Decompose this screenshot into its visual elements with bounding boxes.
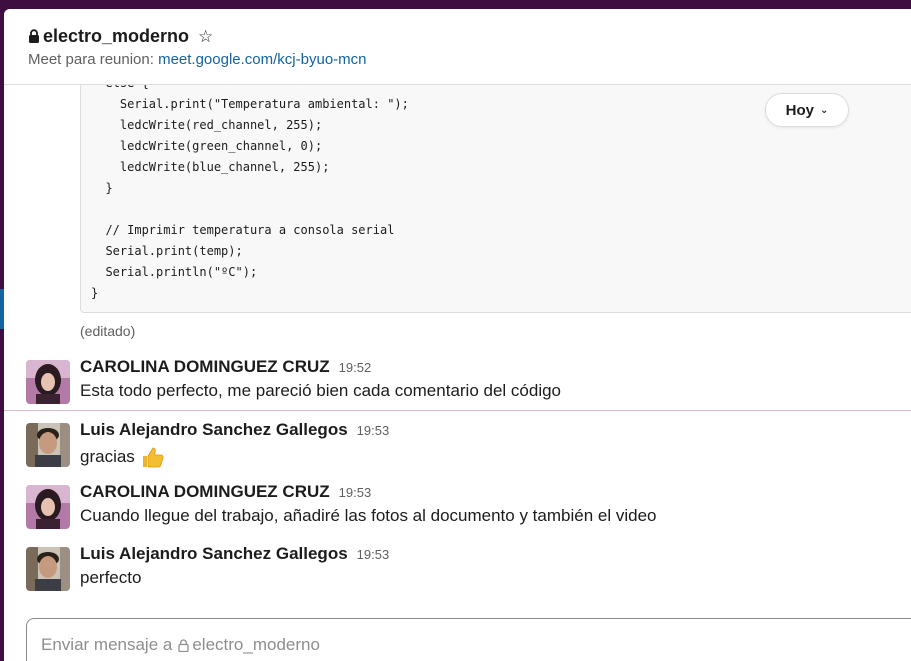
message-text: Esta todo perfecto, me pareció bien cada… (80, 381, 561, 401)
chevron-down-icon: ⌄ (819, 104, 829, 116)
new-messages-divider (4, 410, 911, 411)
star-icon[interactable]: ☆ (198, 28, 213, 45)
channel-view: else { Serial.print("Temperatura ambient… (4, 9, 911, 661)
channel-header: electro_moderno ☆ Meet para reunion: mee… (4, 9, 911, 85)
channel-title-row[interactable]: electro_moderno ☆ (28, 26, 213, 47)
avatar[interactable] (26, 547, 70, 591)
sender-name[interactable]: Luis Alejandro Sanchez Gallegos (80, 544, 348, 564)
message-item[interactable]: Luis Alejandro Sanchez Gallegos 19:53 gr… (4, 420, 911, 480)
edited-label: (editado) (80, 323, 136, 339)
message-item[interactable]: Luis Alejandro Sanchez Gallegos 19:53 pe… (4, 544, 911, 604)
date-jump-button[interactable]: Hoy ⌄ (765, 93, 849, 127)
timestamp[interactable]: 19:53 (357, 547, 390, 562)
lock-icon (178, 638, 189, 652)
composer-placeholder-prefix: Enviar mensaje a (41, 635, 173, 654)
thumbs-up-icon (142, 447, 164, 468)
message-header: CAROLINA DOMINGUEZ CRUZ 19:53 (80, 482, 371, 502)
lock-icon (29, 29, 39, 43)
channel-topic: Meet para reunion: meet.google.com/kcj-b… (28, 51, 367, 68)
code-text: else { Serial.print("Temperatura ambient… (91, 76, 409, 300)
message-body: Cuando llegue del trabajo, añadiré las f… (80, 506, 657, 525)
message-header: Luis Alejandro Sanchez Gallegos 19:53 (80, 420, 389, 440)
message-header: CAROLINA DOMINGUEZ CRUZ 19:52 (80, 357, 371, 377)
message-item[interactable]: CAROLINA DOMINGUEZ CRUZ 19:52 Esta todo … (4, 357, 911, 417)
timestamp[interactable]: 19:53 (339, 485, 372, 500)
message-text: perfecto (80, 568, 141, 588)
message-body: Esta todo perfecto, me pareció bien cada… (80, 381, 562, 400)
message-item[interactable]: CAROLINA DOMINGUEZ CRUZ 19:53 Cuando lle… (4, 482, 911, 542)
composer-placeholder-channel: electro_moderno (192, 635, 320, 654)
message-input[interactable]: Enviar mensaje a electro_moderno (41, 635, 320, 655)
topic-link[interactable]: meet.google.com/kcj-byuo-mcn (158, 51, 366, 68)
timestamp[interactable]: 19:52 (339, 360, 372, 375)
timestamp[interactable]: 19:53 (357, 423, 390, 438)
date-label: Hoy (785, 101, 814, 119)
avatar[interactable] (26, 423, 70, 467)
avatar[interactable] (26, 485, 70, 529)
topic-prefix: Meet para reunion: (28, 51, 159, 68)
avatar[interactable] (26, 360, 70, 404)
message-body: gracias (80, 447, 135, 466)
window-top-strip (0, 0, 911, 9)
sender-name[interactable]: Luis Alejandro Sanchez Gallegos (80, 420, 348, 440)
sender-name[interactable]: CAROLINA DOMINGUEZ CRUZ (80, 357, 330, 377)
sender-name[interactable]: CAROLINA DOMINGUEZ CRUZ (80, 482, 330, 502)
message-body: perfecto (80, 568, 142, 587)
channel-name[interactable]: electro_moderno (43, 26, 189, 47)
message-header: Luis Alejandro Sanchez Gallegos 19:53 (80, 544, 389, 564)
message-text: Cuando llegue del trabajo, añadiré las f… (80, 506, 656, 526)
message-composer[interactable]: Enviar mensaje a electro_moderno (26, 618, 911, 661)
message-text: gracias (80, 444, 165, 470)
